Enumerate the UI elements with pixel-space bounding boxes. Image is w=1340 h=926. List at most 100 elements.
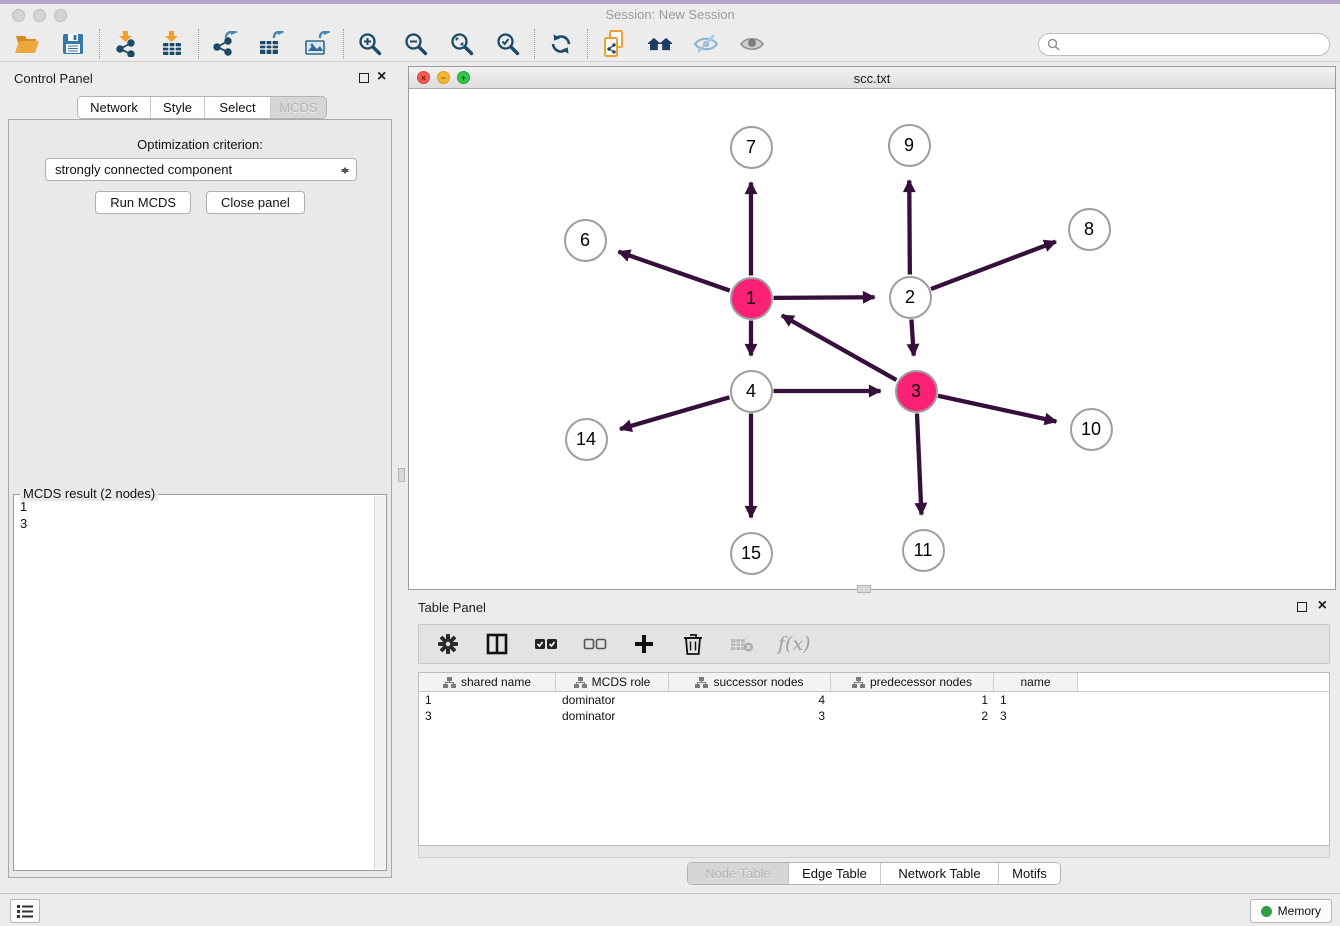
float-panel-icon[interactable] <box>359 73 369 83</box>
cell-mcds-role[interactable]: dominator <box>556 692 669 708</box>
table-settings-icon[interactable] <box>435 631 461 657</box>
add-column-icon[interactable] <box>631 631 657 657</box>
toolbar-separator <box>99 29 100 59</box>
graph-node-14[interactable]: 14 <box>565 418 608 461</box>
network-canvas[interactable]: 7 9 6 8 1 2 4 3 14 10 15 11 <box>409 89 1335 589</box>
node-table[interactable]: shared nameMCDS rolesuccessor nodesprede… <box>418 672 1330 846</box>
close-panel-button[interactable]: Close panel <box>206 191 305 214</box>
column-header-name[interactable]: name <box>994 673 1078 691</box>
float-table-panel-icon[interactable] <box>1297 602 1307 612</box>
tab-network-table[interactable]: Network Table <box>880 863 998 884</box>
table-row[interactable]: 1dominator411 <box>419 692 1329 708</box>
column-header-successor-nodes[interactable]: successor nodes <box>669 673 831 691</box>
selected-criterion: strongly connected component <box>55 162 232 177</box>
copy-network-icon[interactable] <box>601 31 627 57</box>
table-scroll-strip <box>418 846 1330 858</box>
cell-name[interactable]: 1 <box>994 692 1078 708</box>
edge-3-10[interactable] <box>938 396 1056 422</box>
delete-column-icon[interactable] <box>680 631 706 657</box>
zoom-in-icon[interactable] <box>357 31 383 57</box>
refresh-view-icon[interactable] <box>548 31 574 57</box>
cell-predecessor-nodes[interactable]: 1 <box>831 692 994 708</box>
graph-node-8[interactable]: 8 <box>1068 208 1111 251</box>
search-field[interactable] <box>1038 33 1330 56</box>
cell-successor-nodes[interactable]: 4 <box>669 692 831 708</box>
cell-shared-name[interactable]: 3 <box>419 708 556 724</box>
edge-2-8[interactable] <box>931 242 1056 289</box>
first-neighbors-icon[interactable] <box>647 31 673 57</box>
tab-network[interactable]: Network <box>78 97 150 118</box>
memory-button[interactable]: Memory <box>1250 899 1332 923</box>
tab-edge-table[interactable]: Edge Table <box>788 863 880 884</box>
cell-mcds-role[interactable]: dominator <box>556 708 669 724</box>
tab-mcds[interactable]: MCDS <box>270 97 326 118</box>
table-panel-title: Table Panel <box>418 600 486 615</box>
export-table-icon[interactable] <box>258 31 284 57</box>
run-mcds-button[interactable]: Run MCDS <box>95 191 191 214</box>
window-title: Session: New Session <box>0 7 1340 22</box>
tab-select[interactable]: Select <box>204 97 270 118</box>
graph-node-6[interactable]: 6 <box>564 219 607 262</box>
edge-3-1[interactable] <box>782 315 896 380</box>
network-maximize-icon[interactable]: + <box>457 71 470 84</box>
export-image-icon[interactable] <box>304 31 330 57</box>
save-session-icon[interactable] <box>60 31 86 57</box>
graph-node-15[interactable]: 15 <box>730 532 773 575</box>
edge-3-11[interactable] <box>917 413 921 514</box>
table-header-row: shared nameMCDS rolesuccessor nodesprede… <box>419 673 1329 692</box>
memory-label: Memory <box>1278 904 1321 918</box>
network-minimize-icon[interactable]: − <box>437 71 450 84</box>
column-header-predecessor-nodes[interactable]: predecessor nodes <box>831 673 994 691</box>
hide-selected-icon[interactable] <box>693 31 719 57</box>
import-table-icon[interactable] <box>159 31 185 57</box>
edge-1-6[interactable] <box>619 252 730 291</box>
tab-motifs[interactable]: Motifs <box>998 863 1060 884</box>
select-all-rows-icon[interactable] <box>533 631 559 657</box>
network-close-icon[interactable]: × <box>417 71 430 84</box>
network-window-titlebar: scc.txt × − + <box>409 67 1335 89</box>
result-scrollbar[interactable] <box>374 496 385 869</box>
horizontal-splitter-handle[interactable] <box>857 585 871 593</box>
show-all-icon[interactable] <box>739 31 765 57</box>
graph-node-7[interactable]: 7 <box>730 126 773 169</box>
function-builder-icon[interactable]: f(x) <box>778 633 811 655</box>
cell-predecessor-nodes[interactable]: 2 <box>831 708 994 724</box>
task-history-button[interactable] <box>10 899 40 923</box>
zoom-out-icon[interactable] <box>403 31 429 57</box>
close-table-panel-icon[interactable]: × <box>1318 599 1327 613</box>
vertical-splitter-handle[interactable] <box>398 468 405 482</box>
edge-4-14[interactable] <box>620 397 729 429</box>
column-visibility-icon[interactable] <box>484 631 510 657</box>
table-row[interactable]: 3dominator323 <box>419 708 1329 724</box>
tab-node-table[interactable]: Node Table <box>688 863 788 884</box>
edge-2-3[interactable] <box>911 319 913 355</box>
graph-node-9[interactable]: 9 <box>888 124 931 167</box>
control-panel-tabs: NetworkStyleSelectMCDS <box>77 96 327 119</box>
optimization-criterion-select[interactable]: strongly connected component <box>45 158 357 181</box>
edge-2-9[interactable] <box>909 180 910 274</box>
graph-node-1[interactable]: 1 <box>730 277 773 320</box>
cell-name[interactable]: 3 <box>994 708 1078 724</box>
deselect-all-rows-icon[interactable] <box>582 631 608 657</box>
search-input[interactable] <box>1065 38 1329 52</box>
delete-table-icon[interactable] <box>729 631 755 657</box>
export-network-icon[interactable] <box>212 31 238 57</box>
tab-style[interactable]: Style <box>150 97 204 118</box>
cell-successor-nodes[interactable]: 3 <box>669 708 831 724</box>
graph-node-11[interactable]: 11 <box>902 529 945 572</box>
graph-node-10[interactable]: 10 <box>1070 408 1113 451</box>
import-network-icon[interactable] <box>113 31 139 57</box>
column-header-mcds-role[interactable]: MCDS role <box>556 673 669 691</box>
table-tabs: Node TableEdge TableNetwork TableMotifs <box>408 862 1340 885</box>
graph-node-4[interactable]: 4 <box>730 370 773 413</box>
graph-node-3[interactable]: 3 <box>895 370 938 413</box>
toolbar-separator <box>534 29 535 59</box>
zoom-selected-icon[interactable] <box>495 31 521 57</box>
cell-shared-name[interactable]: 1 <box>419 692 556 708</box>
open-session-icon[interactable] <box>14 31 40 57</box>
zoom-fit-icon[interactable] <box>449 31 475 57</box>
column-header-shared-name[interactable]: shared name <box>419 673 556 691</box>
graph-node-2[interactable]: 2 <box>889 276 932 319</box>
edge-1-2[interactable] <box>773 297 874 298</box>
close-panel-icon[interactable]: × <box>377 70 386 84</box>
